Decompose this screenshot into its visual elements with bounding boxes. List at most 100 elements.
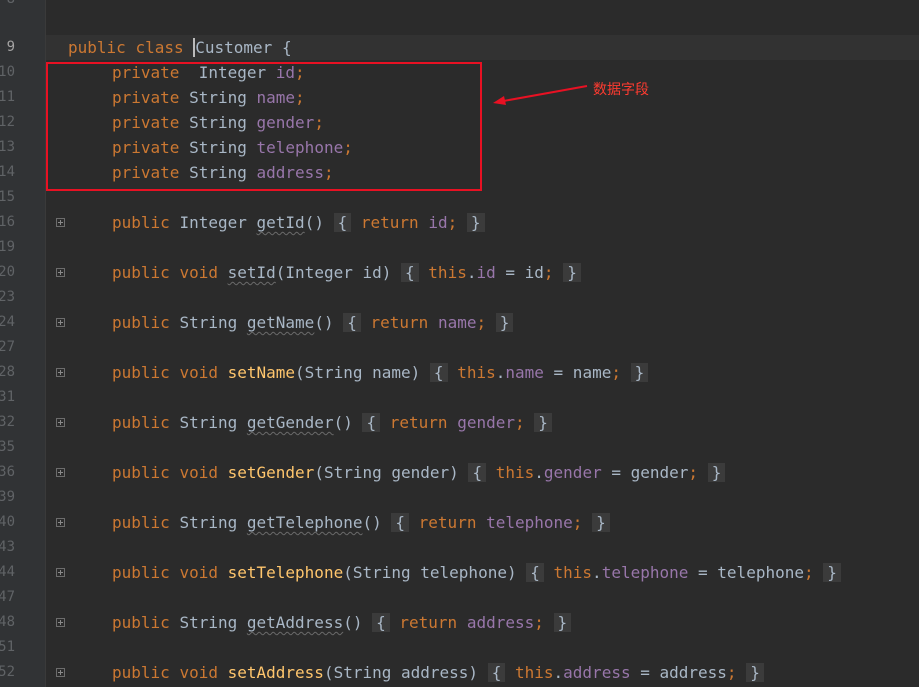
keyword: public xyxy=(112,613,170,632)
keyword: public xyxy=(112,213,170,232)
folded-brace: { xyxy=(429,363,448,382)
field-ref: id xyxy=(476,263,496,282)
keyword: public xyxy=(112,563,170,582)
keyword: class xyxy=(135,38,184,57)
keyword: return xyxy=(399,613,458,632)
keyword: public xyxy=(112,413,170,432)
return-type: void xyxy=(179,463,218,482)
gutter-line: 32 xyxy=(0,410,45,435)
return-type: Integer xyxy=(179,213,247,232)
keyword: return xyxy=(370,313,429,332)
gutter-line: 19 xyxy=(0,235,45,260)
folded-brace: { xyxy=(343,313,361,332)
line-number: 51 xyxy=(0,639,15,655)
method-name: getTelephone xyxy=(246,513,363,532)
gutter-line: 48 xyxy=(0,610,45,635)
keyword: return xyxy=(389,413,448,432)
params: (String gender) xyxy=(314,463,459,482)
method-line[interactable]: public String getGender() { return gende… xyxy=(112,410,552,435)
method-line[interactable]: public String getAddress() { return addr… xyxy=(112,610,572,635)
line-number: 11 xyxy=(0,89,15,105)
gutter-line: 44 xyxy=(0,560,45,585)
folded-brace: } xyxy=(630,363,649,382)
line-number: 8 xyxy=(7,0,15,8)
line-number: 15 xyxy=(0,189,15,205)
line-number: 44 xyxy=(0,564,15,580)
annotation-arrow-icon xyxy=(493,85,588,105)
params: (String address) xyxy=(323,663,479,682)
folded-brace: } xyxy=(592,513,610,532)
keyword: this xyxy=(553,563,593,582)
keyword: public xyxy=(112,363,170,382)
line-number: 16 xyxy=(0,214,15,230)
class-declaration-line[interactable]: public class Customer { xyxy=(68,35,292,60)
line-number: 12 xyxy=(0,114,15,130)
keyword: return xyxy=(360,213,419,232)
line-number: 43 xyxy=(0,539,15,555)
class-name: Customer xyxy=(193,38,273,57)
line-number: 23 xyxy=(0,289,15,305)
field-ref: gender xyxy=(543,463,602,482)
line-number: 32 xyxy=(0,414,15,430)
gutter-line: 27 xyxy=(0,335,45,360)
method-line[interactable]: public void setId(Integer id) { this.id … xyxy=(112,260,581,285)
gutter-line: 36 xyxy=(0,460,45,485)
field-ref: name xyxy=(437,313,477,332)
gutter-line: 31 xyxy=(0,385,45,410)
keyword: this xyxy=(457,363,496,382)
folded-brace: } xyxy=(495,313,514,332)
keyword: this xyxy=(495,463,535,482)
line-number: 24 xyxy=(0,314,15,330)
return-type: String xyxy=(179,413,238,432)
line-number: 14 xyxy=(0,164,15,180)
return-type: String xyxy=(179,613,238,632)
code-editor[interactable]: 8 9 10 11 12 13 14 15 16 19 20 23 24 27 … xyxy=(0,0,919,687)
gutter-line: 20 xyxy=(0,260,45,285)
gutter-line: 24 xyxy=(0,310,45,335)
assignment: = gender xyxy=(601,463,689,482)
method-line[interactable]: public String getTelephone() { return te… xyxy=(112,510,610,535)
method-line[interactable]: public void setName(String name) { this.… xyxy=(112,360,649,385)
params: (String name) xyxy=(295,363,421,382)
assignment: = address xyxy=(630,663,727,682)
assignment: = id xyxy=(495,263,544,282)
method-line[interactable]: public String getName() { return name; } xyxy=(112,310,514,335)
folded-brace: } xyxy=(466,213,485,232)
keyword: public xyxy=(112,263,170,282)
params: () xyxy=(304,213,324,232)
method-line[interactable]: public void setGender(String gender) { t… xyxy=(112,460,726,485)
method-line[interactable]: public Integer getId() { return id; } xyxy=(112,210,485,235)
brace: { xyxy=(281,38,292,57)
gutter-line: 10 xyxy=(0,60,45,85)
keyword: public xyxy=(112,663,170,682)
gutter-line: 8 xyxy=(0,0,45,12)
method-name: setId xyxy=(227,263,276,282)
line-number-gutter: 8 9 10 11 12 13 14 15 16 19 20 23 24 27 … xyxy=(0,0,46,687)
method-line[interactable]: public void setTelephone(String telephon… xyxy=(112,560,841,585)
return-type: void xyxy=(179,663,218,682)
return-type: void xyxy=(179,263,218,282)
folded-brace: { xyxy=(391,513,410,532)
method-name: setName xyxy=(227,363,296,382)
gutter-line: 16 xyxy=(0,210,45,235)
gutter-line: 28 xyxy=(0,360,45,385)
return-type: String xyxy=(179,313,238,332)
folded-brace: } xyxy=(534,413,552,432)
line-number: 31 xyxy=(0,389,15,405)
return-type: void xyxy=(179,563,218,582)
params: () xyxy=(343,613,363,632)
params: () xyxy=(333,413,353,432)
folded-brace: { xyxy=(362,413,381,432)
line-number: 39 xyxy=(0,489,15,505)
folded-brace: } xyxy=(707,463,726,482)
method-line[interactable]: public void setAddress(String address) {… xyxy=(112,660,764,685)
gutter-line: 52 xyxy=(0,660,45,685)
line-number: 19 xyxy=(0,239,15,255)
params: (String telephone) xyxy=(343,563,517,582)
line-number: 9 xyxy=(6,39,15,55)
keyword: this xyxy=(514,663,554,682)
params: (Integer id) xyxy=(275,263,392,282)
folded-brace: { xyxy=(526,563,544,582)
folded-brace: } xyxy=(563,263,581,282)
method-name: getAddress xyxy=(246,613,344,632)
